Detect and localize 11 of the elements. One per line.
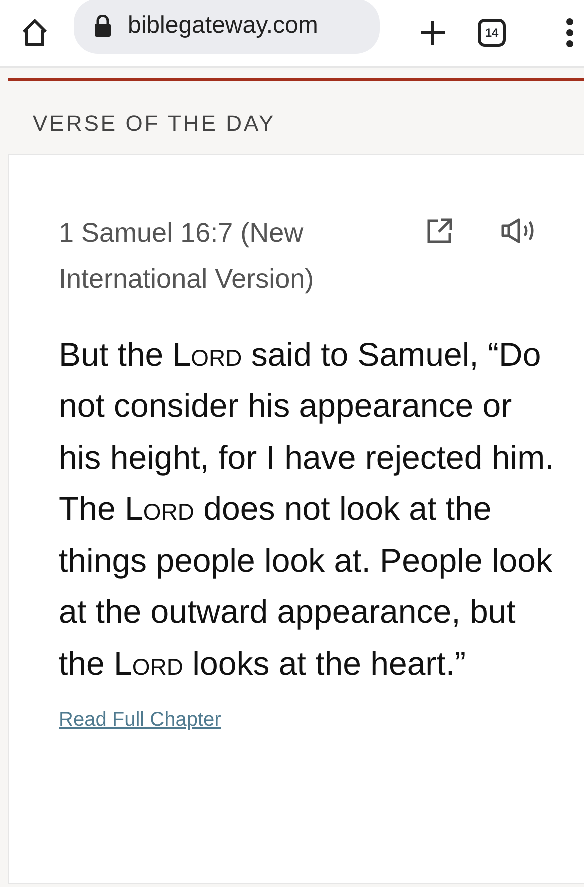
section-title: VERSE OF THE DAY [32, 110, 277, 138]
home-icon[interactable] [20, 18, 50, 48]
tab-count[interactable]: 14 [478, 19, 506, 47]
address-bar[interactable]: biblegateway.com [74, 0, 380, 54]
read-chapter-link[interactable]: Read Full Chapter [59, 709, 222, 732]
verse-reference: 1 Samuel 16:7 (New International Version) [59, 217, 316, 296]
lock-icon [94, 15, 112, 37]
menu-icon[interactable] [566, 18, 574, 48]
verse-text: But the Lord said to Samuel, “Do not consider his appearance or his height, for I have rejected him. The Lord does not look at the things people look at. People look at the outward appearance, but the Lord looks at the heart.” [59, 334, 556, 684]
plus-icon[interactable] [420, 20, 446, 46]
share-icon[interactable] [427, 218, 453, 244]
